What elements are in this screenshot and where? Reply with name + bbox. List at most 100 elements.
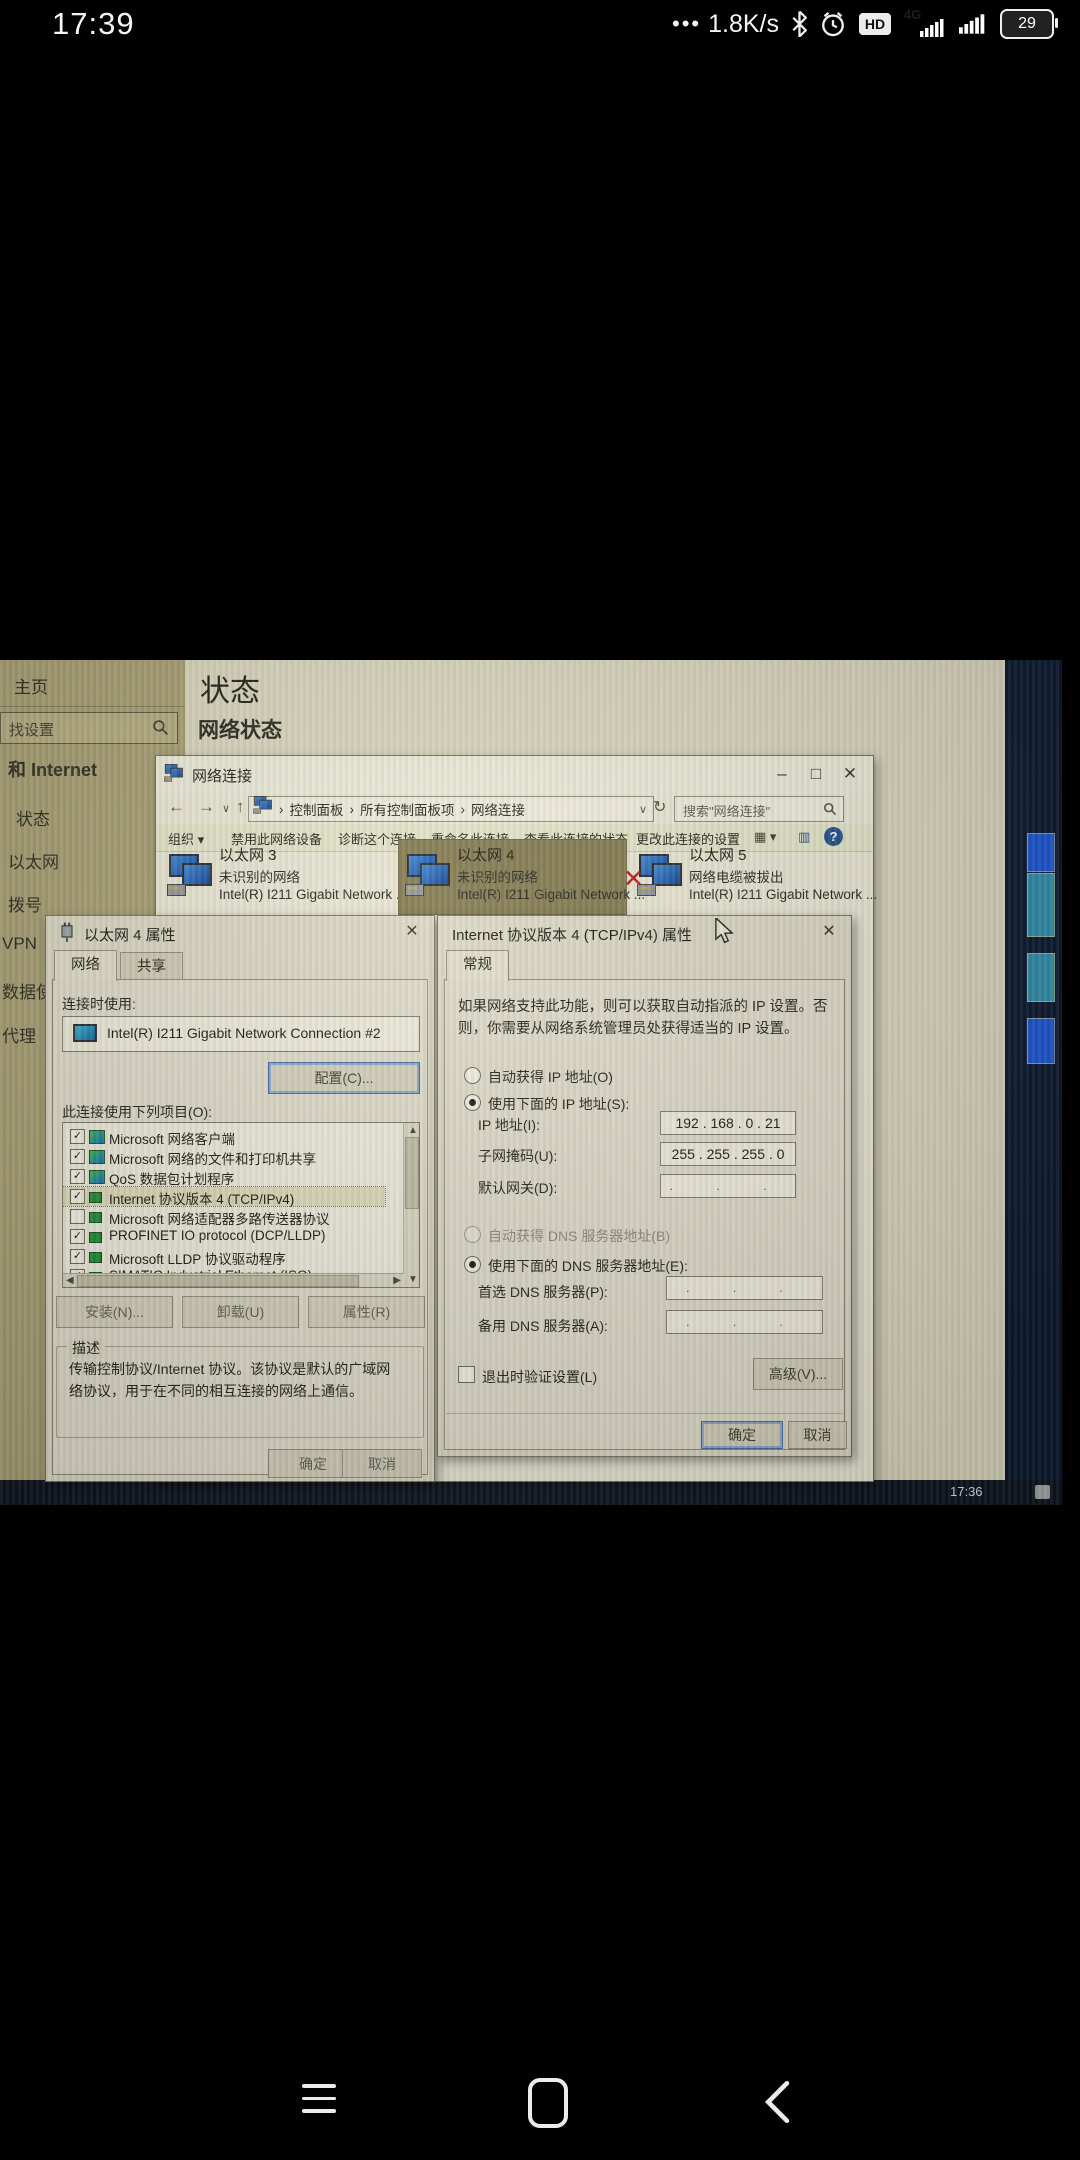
checkbox[interactable]: [70, 1249, 85, 1264]
alarm-icon: [820, 11, 846, 37]
tray-icon[interactable]: [1035, 1485, 1050, 1499]
checkbox[interactable]: [70, 1189, 85, 1204]
ok-button[interactable]: 确定: [701, 1421, 783, 1449]
maximize-button[interactable]: □: [803, 762, 829, 786]
advanced-button[interactable]: 高级(V)...: [753, 1358, 843, 1390]
ip-input[interactable]: 192 . 168 . 0 . 21: [660, 1111, 796, 1135]
checkbox[interactable]: [70, 1129, 85, 1144]
home-button[interactable]: [528, 2078, 568, 2128]
connection-tile-ethernet4[interactable]: 以太网 4 未识别的网络 Intel(R) I211 Gigabit Netwo…: [399, 840, 626, 914]
items-label: 此连接使用下列项目(O):: [62, 1102, 212, 1122]
gateway-input[interactable]: . . .: [660, 1174, 796, 1198]
scroll-up-icon[interactable]: ▲: [408, 1125, 418, 1136]
dns-primary-label: 首选 DNS 服务器(P):: [478, 1282, 608, 1302]
radio-manual-dns-label[interactable]: 使用下面的 DNS 服务器地址(E):: [488, 1256, 688, 1276]
protocol-row[interactable]: QoS 数据包计划程序: [63, 1167, 385, 1186]
settings-search-box[interactable]: 找设置: [0, 712, 178, 744]
configure-button[interactable]: 配置(C)...: [268, 1062, 420, 1094]
protocol-row[interactable]: Microsoft 网络客户端: [63, 1127, 385, 1146]
dialog-titlebar[interactable]: 以太网 4 属性 ✕: [46, 916, 434, 948]
sidebar-item-ethernet[interactable]: 以太网: [8, 848, 59, 873]
dns-primary-input[interactable]: . . .: [666, 1276, 823, 1300]
window-titlebar[interactable]: 网络连接 – □ ✕: [156, 756, 873, 793]
connection-device: Intel(R) I211 Gigabit Network ...: [219, 887, 407, 902]
checkbox[interactable]: [70, 1209, 85, 1224]
scroll-right-icon[interactable]: ▶: [393, 1275, 401, 1286]
connection-status: 未识别的网络: [219, 866, 300, 886]
scroll-left-icon[interactable]: ◀: [66, 1275, 74, 1286]
scrollbar-thumb[interactable]: [77, 1275, 359, 1287]
up-button[interactable]: ↑: [236, 797, 245, 817]
ethernet-properties-dialog: 以太网 4 属性 ✕ 网络 共享 连接时使用: Intel(R) I211 Gi…: [45, 915, 435, 1482]
recents-button[interactable]: [302, 2084, 336, 2122]
hd-voice-icon: HD: [859, 13, 891, 35]
forward-button[interactable]: →: [198, 797, 215, 817]
dialog-titlebar[interactable]: Internet 协议版本 4 (TCP/IPv4) 属性 ✕: [438, 916, 851, 948]
radio-manual-ip[interactable]: [464, 1094, 481, 1111]
checkbox[interactable]: [70, 1169, 85, 1184]
close-button[interactable]: ✕: [817, 921, 841, 943]
subnet-input[interactable]: 255 . 255 . 255 . 0: [660, 1142, 796, 1166]
breadcrumb[interactable]: › 控制面板 › 所有控制面板项 › 网络连接 ∨: [248, 796, 654, 822]
cancel-button[interactable]: 取消: [788, 1421, 847, 1449]
cancel-button[interactable]: 取消: [342, 1449, 422, 1478]
radio-manual-ip-label[interactable]: 使用下面的 IP 地址(S):: [488, 1094, 629, 1114]
close-button[interactable]: ✕: [400, 921, 424, 943]
radio-auto-ip[interactable]: [464, 1067, 481, 1084]
radio-manual-dns[interactable]: [464, 1256, 481, 1273]
scroll-down-icon[interactable]: ▼: [408, 1274, 418, 1285]
connection-device: Intel(R) I211 Gigabit Network ...: [457, 887, 645, 902]
sidebar-item-proxy[interactable]: 代理: [2, 1022, 36, 1047]
protocol-row[interactable]: Microsoft LLDP 协议驱动程序: [63, 1247, 385, 1266]
radio-auto-dns[interactable]: [464, 1226, 481, 1243]
client-icon: [89, 1130, 105, 1144]
connection-tile-ethernet3[interactable]: 以太网 3 未识别的网络 Intel(R) I211 Gigabit Netwo…: [161, 840, 391, 914]
windows-taskbar[interactable]: 17:36: [0, 1480, 1062, 1505]
radio-auto-dns-label[interactable]: 自动获得 DNS 服务器地址(B): [488, 1226, 670, 1246]
close-button[interactable]: ✕: [837, 762, 863, 786]
protocol-row[interactable]: PROFINET IO protocol (DCP/LLDP): [63, 1227, 385, 1246]
monitor-photo: 主页 找设置 和 Internet 状态 以太网 拨号 VPN 数据使用 代理 …: [0, 660, 1062, 1505]
android-nav-bar: [0, 2060, 1080, 2160]
minimize-button[interactable]: –: [769, 762, 795, 786]
sidebar-item-vpn[interactable]: VPN: [2, 934, 37, 954]
back-button[interactable]: ←: [168, 797, 185, 817]
tab-sharing[interactable]: 共享: [120, 952, 183, 979]
protocol-row[interactable]: Microsoft 网络适配器多路传送器协议: [63, 1207, 385, 1226]
validate-label[interactable]: 退出时验证设置(L): [482, 1367, 597, 1387]
uninstall-button[interactable]: 卸载(U): [182, 1296, 299, 1328]
protocol-row[interactable]: Microsoft 网络的文件和打印机共享: [63, 1147, 385, 1166]
sidebar-item-status[interactable]: 状态: [16, 805, 50, 830]
breadcrumb-control-panel[interactable]: 控制面板: [290, 799, 344, 819]
radio-auto-ip-label[interactable]: 自动获得 IP 地址(O): [488, 1067, 613, 1087]
protocol-icon: [89, 1252, 102, 1263]
mouse-cursor: [713, 918, 735, 944]
install-button[interactable]: 安装(N)...: [56, 1296, 173, 1328]
back-button[interactable]: [762, 2080, 792, 2124]
adapter-monitor-icon: [73, 1024, 97, 1042]
recent-dropdown-icon[interactable]: ∨: [222, 802, 230, 815]
connection-tile-ethernet5[interactable]: ✕ 以太网 5 网络电缆被拔出 Intel(R) I211 Gigabit Ne…: [631, 840, 866, 914]
subnet-label: 子网掩码(U):: [478, 1146, 557, 1166]
tab-network[interactable]: 网络: [54, 950, 117, 981]
breadcrumb-all-items[interactable]: 所有控制面板项: [360, 799, 455, 819]
properties-button[interactable]: 属性(R): [308, 1296, 425, 1328]
scrollbar-thumb[interactable]: [405, 1137, 419, 1209]
dns-alt-input[interactable]: . . .: [666, 1310, 823, 1334]
checkbox[interactable]: [70, 1149, 85, 1164]
vertical-scrollbar[interactable]: ▲ ▼: [403, 1123, 419, 1287]
signal-sim1-icon: 4G: [904, 8, 946, 40]
settings-search-placeholder: 找设置: [9, 719, 54, 740]
validate-checkbox[interactable]: [458, 1366, 475, 1383]
breadcrumb-network-connections[interactable]: 网络连接: [471, 799, 525, 819]
sidebar-item-home[interactable]: 主页: [14, 673, 48, 698]
tab-general[interactable]: 常规: [446, 950, 509, 981]
explorer-search-box[interactable]: 搜索"网络连接": [674, 796, 844, 822]
checkbox[interactable]: [70, 1229, 85, 1244]
horizontal-scrollbar[interactable]: ◀ ▶: [63, 1273, 404, 1287]
protocol-row-tcpipv4[interactable]: Internet 协议版本 4 (TCP/IPv4): [63, 1187, 385, 1206]
refresh-icon[interactable]: ↻: [653, 797, 666, 817]
sidebar-item-dialup[interactable]: 拨号: [8, 891, 42, 916]
dns-alt-label: 备用 DNS 服务器(A):: [478, 1316, 608, 1336]
address-dropdown-icon[interactable]: ∨: [639, 803, 653, 816]
